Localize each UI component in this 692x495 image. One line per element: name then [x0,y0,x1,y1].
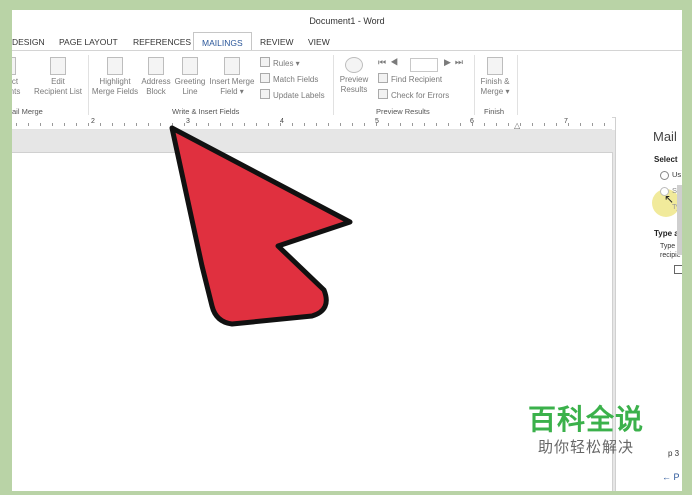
red-arrow-icon [169,125,353,327]
word-window: Document1 - Word DESIGN PAGE LAYOUT REFE… [12,10,682,491]
annotation-arrow [169,125,353,327]
